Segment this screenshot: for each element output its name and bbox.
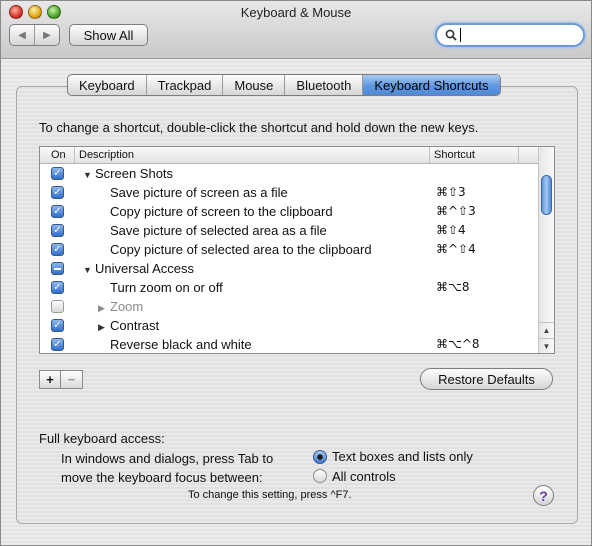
row-description: Turn zoom on or off (110, 280, 223, 295)
table-row[interactable]: ✓ Copy picture of selected area to the cl… (40, 240, 538, 259)
remove-shortcut-button[interactable]: − (61, 371, 82, 388)
tab-trackpad[interactable]: Trackpad (147, 75, 224, 95)
tab-bluetooth[interactable]: Bluetooth (285, 75, 364, 95)
disclosure-triangle-down-icon[interactable]: ▼ (83, 265, 95, 275)
search-icon (445, 29, 457, 41)
table-row[interactable]: ✓ ▶ Contrast (40, 316, 538, 335)
back-button[interactable]: ◀ (10, 25, 35, 45)
scroll-thumb[interactable] (541, 175, 552, 215)
row-description: ▶ Zoom (98, 299, 143, 314)
row-description: Reverse black and white (110, 337, 252, 352)
row-label: Save picture of screen as a file (110, 185, 288, 200)
tab-bar: Keyboard Trackpad Mouse Bluetooth Keyboa… (67, 74, 501, 96)
table-row[interactable]: ▼ Universal Access (40, 259, 538, 278)
enable-checkbox[interactable]: ✓ (51, 224, 64, 237)
column-divider (518, 147, 519, 163)
description-line: In windows and dialogs, press Tab to (61, 451, 274, 466)
scroll-up-arrow[interactable]: ▲ (539, 322, 554, 337)
vertical-scrollbar[interactable]: ▲ ▼ (538, 147, 554, 353)
row-description: Save picture of selected area as a file (110, 223, 327, 238)
table-row[interactable]: ✓ Save picture of selected area as a file… (40, 221, 538, 240)
enable-checkbox[interactable]: ✓ (51, 205, 64, 218)
radio-label-all-controls[interactable]: All controls (332, 469, 396, 484)
disclosure-triangle-right-icon[interactable]: ▶ (98, 303, 110, 314)
preferences-window: Keyboard & Mouse ◀ ▶ Show All Keyboard T… (0, 0, 592, 546)
table-row[interactable]: ✓ Reverse black and white ⌘⌥^8 (40, 335, 538, 353)
row-description: Copy picture of screen to the clipboard (110, 204, 333, 219)
row-description: ▼ Screen Shots (83, 166, 173, 181)
table-row[interactable]: ✓ ▼ Screen Shots (40, 164, 538, 183)
row-shortcut[interactable]: ⌘⇧4 (436, 223, 466, 237)
column-header-description[interactable]: Description (79, 149, 134, 161)
show-all-button[interactable]: Show All (69, 24, 148, 46)
text-caret (460, 28, 461, 42)
forward-button[interactable]: ▶ (35, 25, 59, 45)
row-label: Contrast (110, 318, 160, 333)
disclosure-triangle-right-icon[interactable]: ▶ (98, 322, 110, 333)
row-label: Copy picture of screen to the clipboard (110, 204, 333, 219)
help-button[interactable]: ? (533, 485, 554, 506)
row-label: Turn zoom on or off (110, 280, 223, 295)
table-row[interactable]: ▶ Zoom (40, 297, 538, 316)
row-shortcut[interactable]: ⌘⌥8 (436, 280, 469, 294)
row-shortcut[interactable]: ⌘^⇧4 (436, 242, 476, 256)
row-description: ▶ Contrast (98, 318, 159, 333)
radio-label-text-boxes-only[interactable]: Text boxes and lists only (332, 449, 473, 464)
table-header: On Description Shortcut (40, 147, 538, 164)
row-label: Zoom (110, 299, 144, 314)
shortcuts-table[interactable]: On Description Shortcut ✓ ▼ Screen Shots ✓ S… (39, 146, 555, 354)
row-description: Copy picture of selected area to the cli… (110, 242, 372, 257)
row-shortcut[interactable]: ⌘⌥^8 (436, 337, 480, 351)
enable-checkbox[interactable] (51, 300, 64, 313)
column-header-on[interactable]: On (51, 149, 66, 161)
tab-keyboard[interactable]: Keyboard (68, 75, 147, 95)
full-keyboard-access-description: In windows and dialogs, press Tab to mov… (61, 449, 273, 487)
column-divider (74, 147, 75, 163)
instruction-text: To change a shortcut, double-click the s… (39, 120, 479, 135)
table-row[interactable]: ✓ Save picture of screen as a file ⌘⇧3 (40, 183, 538, 202)
description-line: move the keyboard focus between: (61, 470, 263, 485)
row-label: Screen Shots (95, 166, 174, 181)
table-row[interactable]: ✓ Turn zoom on or off ⌘⌥8 (40, 278, 538, 297)
row-shortcut[interactable]: ⌘⇧3 (436, 185, 466, 199)
row-description: ▼ Universal Access (83, 261, 194, 276)
toolbar: Keyboard & Mouse ◀ ▶ Show All (1, 1, 591, 59)
row-label: Copy picture of selected area to the cli… (110, 242, 372, 257)
tab-mouse[interactable]: Mouse (223, 75, 286, 95)
radio-all-controls[interactable] (313, 469, 327, 483)
enable-checkbox[interactable]: ✓ (51, 167, 64, 180)
row-label: Universal Access (95, 261, 194, 276)
table-rows: ✓ ▼ Screen Shots ✓ Save picture of screen as… (40, 164, 538, 353)
row-label: Reverse black and white (110, 337, 252, 352)
full-keyboard-access-heading: Full keyboard access: (39, 431, 165, 446)
back-forward-control: ◀ ▶ (9, 24, 60, 46)
mixed-checkbox[interactable] (51, 262, 64, 275)
search-field[interactable] (435, 23, 585, 47)
scroll-down-arrow[interactable]: ▼ (539, 338, 554, 353)
enable-checkbox[interactable]: ✓ (51, 338, 64, 351)
keyboard-access-note: To change this setting, press ^F7. (188, 489, 352, 501)
row-shortcut[interactable]: ⌘^⇧3 (436, 204, 476, 218)
column-header-shortcut[interactable]: Shortcut (434, 149, 475, 161)
disclosure-triangle-down-icon[interactable]: ▼ (83, 170, 95, 180)
window-title: Keyboard & Mouse (240, 5, 352, 20)
row-label: Save picture of selected area as a file (110, 223, 327, 238)
enable-checkbox[interactable]: ✓ (51, 243, 64, 256)
enable-checkbox[interactable]: ✓ (51, 281, 64, 294)
tab-keyboard-shortcuts[interactable]: Keyboard Shortcuts (363, 75, 500, 95)
table-row[interactable]: ✓ Copy picture of screen to the clipboard… (40, 202, 538, 221)
row-description: Save picture of screen as a file (110, 185, 288, 200)
column-divider (429, 147, 430, 163)
enable-checkbox[interactable]: ✓ (51, 319, 64, 332)
radio-text-boxes-only[interactable] (313, 450, 327, 464)
restore-defaults-button[interactable]: Restore Defaults (420, 368, 553, 390)
add-shortcut-button[interactable]: + (40, 371, 61, 388)
add-remove-control: + − (39, 370, 83, 389)
enable-checkbox[interactable]: ✓ (51, 186, 64, 199)
